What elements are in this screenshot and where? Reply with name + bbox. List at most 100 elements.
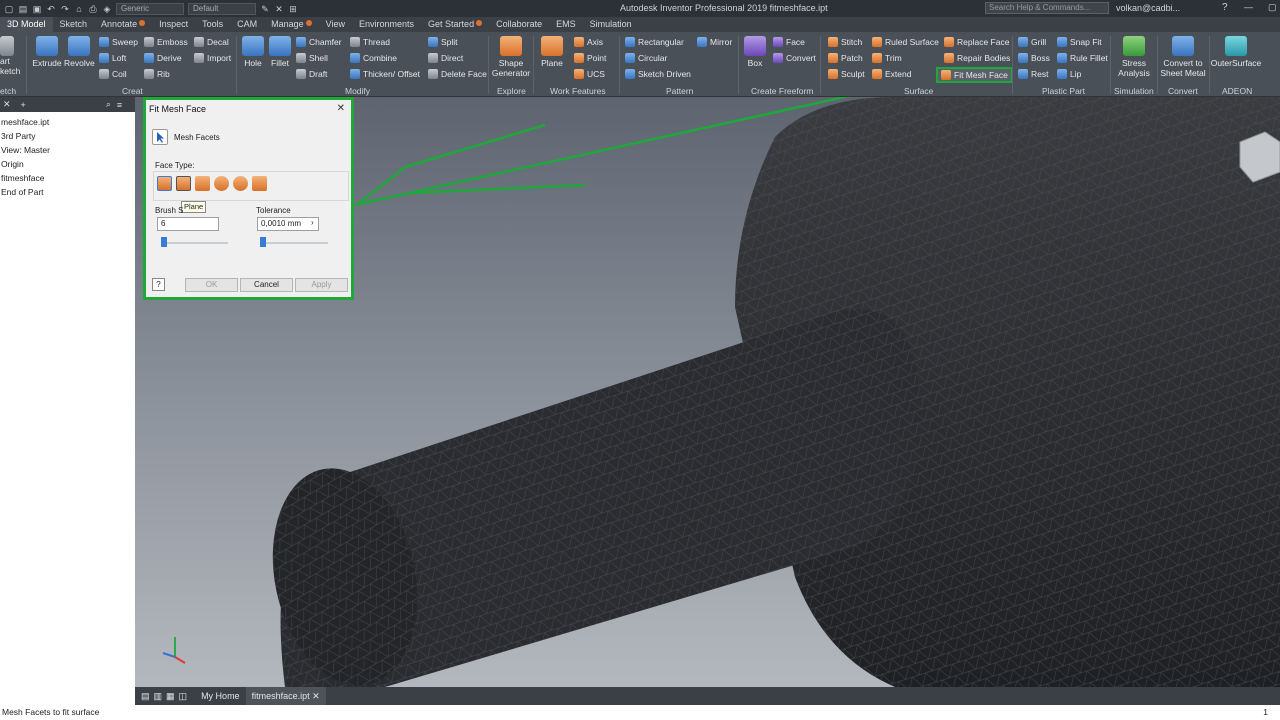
rib-button[interactable]: Rib <box>144 69 170 79</box>
appearance-combo[interactable]: Default <box>188 2 256 15</box>
tab-environments[interactable]: Environments <box>352 17 421 32</box>
panel-modify-label[interactable]: Modify <box>345 86 370 96</box>
close-browser-icon[interactable]: ✕ <box>3 99 11 110</box>
face-type-cylinder-button[interactable] <box>195 176 210 191</box>
face-type-plane-button[interactable] <box>176 176 191 191</box>
tolerance-input[interactable]: 0,0010 mm <box>257 217 319 231</box>
apply-button[interactable]: Apply <box>295 278 348 292</box>
tab-tools[interactable]: Tools <box>195 17 230 32</box>
search-icon[interactable]: ⌕ <box>106 99 111 110</box>
tree-item-part[interactable]: meshface.ipt <box>0 115 135 129</box>
outer-surface-button[interactable]: OuterSurface <box>1210 36 1262 68</box>
tab-view[interactable]: View <box>319 17 352 32</box>
minimize-icon[interactable]: — <box>1244 2 1253 12</box>
brush-size-slider-track[interactable] <box>162 242 228 244</box>
boss-button[interactable]: Boss <box>1018 53 1050 63</box>
undo-icon[interactable]: ↶ <box>46 4 56 14</box>
stress-analysis-button[interactable]: Stress Analysis <box>1113 36 1155 78</box>
circular-button[interactable]: Circular <box>625 53 667 63</box>
emboss-button[interactable]: Emboss <box>144 37 188 47</box>
shell-button[interactable]: Shell <box>296 53 328 63</box>
cancel-button[interactable]: Cancel <box>240 278 293 292</box>
hole-button[interactable]: Hole <box>240 36 266 68</box>
combine-button[interactable]: Combine <box>350 53 397 63</box>
replace-face-button[interactable]: Replace Face <box>944 37 1009 47</box>
close-tab-icon[interactable]: ✕ <box>312 691 320 701</box>
chamfer-button[interactable]: Chamfer <box>296 37 342 47</box>
split-button[interactable]: Split <box>428 37 458 47</box>
tab-my-home[interactable]: My Home <box>195 687 246 705</box>
thread-button[interactable]: Thread <box>350 37 390 47</box>
thicken-offset-button[interactable]: Thicken/ Offset <box>350 69 420 79</box>
face-type-auto-button[interactable] <box>157 176 172 191</box>
mirror-button[interactable]: Mirror <box>697 37 732 47</box>
tab-collaborate[interactable]: Collaborate <box>489 17 549 32</box>
sculpt-button[interactable]: Sculpt <box>828 69 865 79</box>
ruled-surface-button[interactable]: Ruled Surface <box>872 37 939 47</box>
tab-document[interactable]: fitmeshface.ipt ✕ <box>245 687 326 705</box>
convert-button[interactable]: Convert <box>773 53 816 63</box>
coil-button[interactable]: Coil <box>99 69 127 79</box>
snap-fit-button[interactable]: Snap Fit <box>1057 37 1102 47</box>
rule-fillet-button[interactable]: Rule Fillet <box>1057 53 1108 63</box>
add-browser-icon[interactable]: + <box>21 100 26 110</box>
shape-generator-button[interactable]: Shape Generator <box>490 36 532 78</box>
help-button[interactable]: ? <box>152 278 165 291</box>
tree-item-end-of-part[interactable]: End of Part <box>0 185 135 199</box>
convert-sheet-metal-button[interactable]: Convert to Sheet Metal <box>1159 36 1207 78</box>
clear-icon[interactable]: ✕ <box>274 4 284 14</box>
tab-3d-model[interactable]: 3D Model <box>0 17 53 32</box>
menu-icon[interactable]: ≡ <box>117 100 122 110</box>
tile-icon[interactable]: ▤ <box>141 691 150 702</box>
fit-mesh-face-button[interactable]: Fit Mesh Face <box>936 67 1013 83</box>
tab-annotate[interactable]: Annotate <box>94 17 152 32</box>
box-button[interactable]: Box <box>742 36 768 68</box>
ucs-button[interactable]: UCS <box>574 69 605 79</box>
help-search-input[interactable]: Search Help & Commands... <box>985 2 1109 14</box>
print-icon[interactable]: ⎙ <box>88 4 98 14</box>
tab-ems[interactable]: EMS <box>549 17 583 32</box>
sketch-driven-button[interactable]: Sketch Driven <box>625 69 691 79</box>
face-type-torus-button[interactable] <box>233 176 248 191</box>
user-account[interactable]: volkan@cadbi... <box>1116 3 1180 13</box>
tree-item-origin[interactable]: Origin <box>0 157 135 171</box>
tab-get-started[interactable]: Get Started <box>421 17 489 32</box>
patch-button[interactable]: Patch <box>828 53 863 63</box>
lip-button[interactable]: Lip <box>1057 69 1081 79</box>
maximize-icon[interactable]: ▢ <box>1268 2 1277 13</box>
revolve-button[interactable]: Revolve <box>64 36 95 68</box>
open-icon[interactable]: ▤ <box>18 4 28 14</box>
chevron-right-icon[interactable]: › <box>311 218 314 227</box>
extend-button[interactable]: Extend <box>872 69 911 79</box>
split-view-icon[interactable]: ◫ <box>179 691 188 702</box>
tolerance-slider-thumb[interactable] <box>260 237 266 247</box>
select-icon[interactable]: ◈ <box>102 4 112 14</box>
loft-button[interactable]: Loft <box>99 53 126 63</box>
brush-size-input[interactable]: 6 <box>157 217 219 231</box>
tab-cam[interactable]: CAM <box>230 17 264 32</box>
tolerance-slider-track[interactable] <box>262 242 328 244</box>
delete-face-button[interactable]: Delete Face <box>428 69 487 79</box>
arrange-icon[interactable]: ▦ <box>166 691 175 702</box>
tab-inspect[interactable]: Inspect <box>152 17 195 32</box>
cascade-icon[interactable]: ▥ <box>154 691 163 702</box>
sweep-button[interactable]: Sweep <box>99 37 138 47</box>
mesh-facets-select-button[interactable] <box>152 129 168 145</box>
brush-size-slider-thumb[interactable] <box>161 237 167 247</box>
derive-button[interactable]: Derive <box>144 53 182 63</box>
rectangular-button[interactable]: Rectangular <box>625 37 684 47</box>
direct-button[interactable]: Direct <box>428 53 463 63</box>
close-icon[interactable]: ✕ <box>337 103 345 114</box>
tree-item-3rd-party[interactable]: 3rd Party <box>0 129 135 143</box>
decal-button[interactable]: Decal <box>194 37 229 47</box>
measure-icon[interactable]: ⊞ <box>288 4 298 14</box>
face-type-cone-button[interactable] <box>252 176 267 191</box>
tab-manage[interactable]: Manage <box>264 17 319 32</box>
trim-button[interactable]: Trim <box>872 53 902 63</box>
ok-button[interactable]: OK <box>185 278 238 292</box>
home-icon[interactable]: ⌂ <box>74 4 84 14</box>
face-type-sphere-button[interactable] <box>214 176 229 191</box>
import-button[interactable]: Import <box>194 53 231 63</box>
view-cube[interactable] <box>1239 131 1280 183</box>
repair-bodies-button[interactable]: Repair Bodies <box>944 53 1010 63</box>
